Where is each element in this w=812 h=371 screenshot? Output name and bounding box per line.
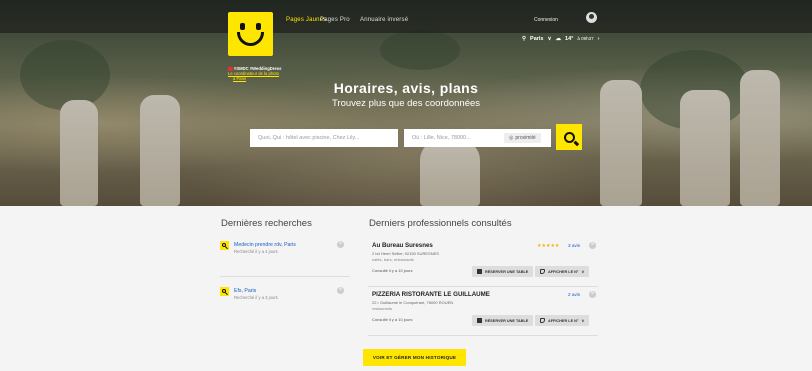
search-icon [220,287,229,296]
divider [220,276,350,277]
pros-title: Derniers professionnels consultés [369,218,512,229]
pro-card[interactable]: Au Bureau Suresnes 2 bd Henri Sellier, 9… [370,241,598,282]
history-item[interactable]: Efs, Paris Recherché il y a 3 jours [220,286,350,312]
dress-image [140,95,180,206]
history-link[interactable]: Medecin prendre rdv, Paris [234,242,296,248]
pro-address: 22 r Guillaume le Conquérant, 76000 ROUE… [372,300,454,305]
search-icon [220,241,229,250]
show-phone-button[interactable]: AFFICHER LE N° ∨ [535,315,590,326]
calendar-icon [477,318,482,323]
calendar-icon [477,269,482,274]
pro-name[interactable]: PIZZERIA RISTORANTE LE GUILLAUME [372,291,490,298]
weather-temp: 14° [565,35,574,42]
proximity-label: proximité [515,135,536,141]
proximity-button[interactable]: ◎ proximité [504,133,541,143]
logo-eye-icon [240,23,245,30]
weather-time: à 09h37 [577,36,594,41]
pro-address: 2 bd Henri Sellier, 92150 SURESNES [372,251,439,256]
history-item[interactable]: Medecin prendre rdv, Paris Recherché il … [220,240,350,266]
hero-subtitle: Trouvez plus que des coordonnées [331,98,481,109]
pro-consulted: Consulté il y a 10 jours [372,268,413,273]
logo-eye-icon [256,23,261,30]
chevron-down-icon: ∨ [581,319,585,323]
what-search-input[interactable]: Quoi, Qui : hôtel avec piscine, Chez Lil… [250,129,398,147]
phone-label: AFFICHER LE N° [548,269,579,274]
chevron-down-icon: ∨ [581,270,585,274]
pro-card[interactable]: PIZZERIA RISTORANTE LE GUILLAUME 22 r Gu… [370,290,598,331]
nav-annuaire-inverse[interactable]: Annuaire inversé [360,17,408,23]
pagesjaunes-logo[interactable] [228,12,273,56]
history-meta: Recherché il y a 3 jours [234,295,278,300]
photo-credit[interactable]: #SMDC #WeddingDress Le coordinateur de l… [228,66,281,81]
rating-stars: ★★★★★ [537,243,560,249]
search-button[interactable] [556,124,582,150]
user-icon[interactable] [586,12,597,23]
nav-pages-pro[interactable]: Pages Pro [320,17,350,23]
phone-label: AFFICHER LE N° [548,318,579,323]
wallpaper-foliage [380,30,460,70]
phone-icon [540,318,545,323]
show-phone-button[interactable]: AFFICHER LE N° ∨ [535,266,590,277]
target-icon: ◎ [509,135,514,141]
delete-icon[interactable] [337,240,344,248]
delete-icon[interactable] [589,241,596,249]
reserve-label: RÉSERVER UNE TABLE [485,269,529,274]
reviews-link[interactable]: 2 avis [568,292,580,297]
search-icon [563,131,575,143]
history-title: Dernières recherches [221,218,312,229]
divider [368,335,598,336]
history-link[interactable]: Efs, Paris [234,288,256,294]
dress-image [60,100,98,206]
chevron-down-icon: ∨ [547,35,552,42]
main-content: Dernières recherches Derniers profession… [0,206,812,371]
pro-category: cafés, bars, restaurants [372,257,414,262]
weather-city: Paris [530,35,544,42]
weather-pin-icon: ⚲ [522,35,527,42]
bride-image [420,140,480,206]
weather-widget[interactable]: ⚲ Paris ∨ ☁ 14° à 09h37 › [516,33,605,44]
phone-icon [540,269,545,274]
reviews-link[interactable]: 3 avis [568,243,580,248]
reserve-table-button[interactable]: RÉSERVER UNE TABLE [472,266,534,277]
pro-consulted: Consulté il y a 10 jours [372,317,413,322]
reserve-table-button[interactable]: RÉSERVER UNE TABLE [472,315,534,326]
divider [368,286,598,287]
delete-icon[interactable] [337,286,344,294]
hero-title: Horaires, avis, plans [333,80,479,96]
logo-smile-icon [237,32,264,46]
history-meta: Recherché il y a 4 jours [234,249,278,254]
pro-name[interactable]: Au Bureau Suresnes [372,242,433,249]
cloud-icon: ☁ [555,35,562,42]
delete-icon[interactable] [589,290,596,298]
manage-history-button[interactable]: VOIR ET GÉRER MON HISTORIQUE [363,349,466,366]
reserve-label: RÉSERVER UNE TABLE [485,318,529,323]
login-link[interactable]: Connexion [534,17,558,23]
pro-category: restaurants [372,306,393,311]
chevron-right-icon: › [597,35,600,42]
